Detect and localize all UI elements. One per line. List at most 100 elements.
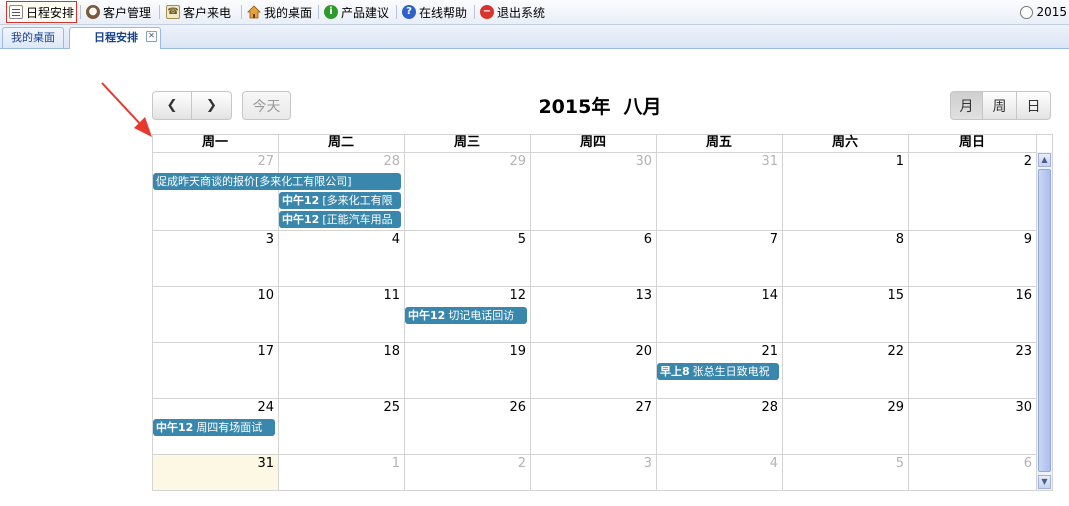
top-toolbar: 日程安排 ● 客户管理 ☎ 客户来电 我的桌面 i 产品建议 ? 在线帮助 − …	[0, 0, 1069, 25]
prev-month-button[interactable]: ❮	[152, 91, 192, 120]
calendar-event[interactable]: 早上8 张总生日致电祝	[657, 363, 779, 380]
event-time: 中午12	[282, 194, 320, 207]
scrollbar-thumb[interactable]	[1038, 169, 1051, 472]
day-number: 14	[761, 288, 778, 303]
toolbar-item-label: 在线帮助	[419, 5, 468, 20]
toolbar-separator	[241, 5, 242, 19]
view-day-button[interactable]: 日	[1016, 91, 1051, 120]
event-title: 切记电话回访	[448, 309, 515, 322]
tab-schedule[interactable]: 日程安排 ✕	[69, 27, 161, 49]
day-number: 6	[1023, 456, 1032, 471]
toolbar-item-suggestions[interactable]: i 产品建议	[324, 2, 389, 22]
chevron-left-icon: ❮	[166, 98, 178, 113]
clock-text: 2015	[1036, 5, 1067, 19]
event-title: 促成昨天商谈的报价[多来化工有限公司]	[156, 175, 352, 188]
day-number: 1	[391, 456, 400, 471]
day-number: 5	[517, 232, 526, 247]
toolbar-item-logout[interactable]: − 退出系统	[480, 2, 545, 22]
day-number: 11	[383, 288, 400, 303]
toolbar-separator	[80, 5, 81, 19]
toolbar-item-label: 客户管理	[103, 5, 152, 20]
day-number: 29	[509, 154, 526, 169]
calendar-event[interactable]: 中午12 [多来化工有限	[279, 192, 401, 209]
day-number: 21	[761, 344, 778, 359]
logout-icon: −	[480, 5, 494, 19]
event-time: 中午12	[156, 421, 194, 434]
day-name-header: 周日	[958, 135, 985, 150]
info-icon: i	[324, 5, 338, 19]
toolbar-item-desktop[interactable]: 我的桌面	[247, 2, 312, 22]
calendar-scrollbar[interactable]: ▲ ▼	[1036, 152, 1052, 490]
day-number: 13	[635, 288, 652, 303]
calendar-event[interactable]: 促成昨天商谈的报价[多来化工有限公司]	[153, 173, 401, 190]
day-number: 2	[517, 456, 526, 471]
day-number: 17	[257, 344, 274, 359]
day-number: 5	[895, 456, 904, 471]
day-number: 16	[1015, 288, 1032, 303]
tab-my-desktop[interactable]: 我的桌面	[2, 27, 64, 48]
toolbar-item-help[interactable]: ? 在线帮助	[402, 2, 467, 22]
toolbar-item-label: 客户来电	[183, 5, 232, 20]
event-title: [多来化工有限	[322, 194, 393, 207]
event-title: 周四有场面试	[196, 421, 263, 434]
toolbar-separator	[318, 5, 319, 19]
tab-close-icon[interactable]: ✕	[146, 31, 157, 42]
today-button[interactable]: 今天	[242, 91, 291, 120]
day-number: 26	[509, 400, 526, 415]
clock-icon	[1020, 5, 1034, 19]
tab-bar: 我的桌面 日程安排 ✕	[0, 25, 1069, 49]
toolbar-item-label: 退出系统	[497, 5, 546, 20]
event-time: 中午12	[282, 213, 320, 226]
toolbar-item-calls[interactable]: ☎ 客户来电	[166, 2, 231, 22]
day-number: 28	[761, 400, 778, 415]
day-number: 27	[257, 154, 274, 169]
day-number: 8	[895, 232, 904, 247]
month-grid: 周一 周二 周三 周四 周五 周六 周日 27 28 29 30 31 1 2 3 4 5 6 7 8 9 10 11 12 1…	[152, 134, 1053, 491]
view-label: 日	[1026, 98, 1041, 115]
chevron-right-icon: ❯	[206, 98, 217, 113]
clock: 2015	[1020, 2, 1067, 22]
phone-icon: ☎	[166, 5, 180, 19]
view-week-button[interactable]: 周	[982, 91, 1017, 120]
day-number: 4	[391, 232, 400, 247]
today-label: 今天	[252, 98, 281, 115]
next-month-button[interactable]: ❯	[191, 91, 232, 120]
event-time: 中午12	[408, 309, 446, 322]
day-number: 12	[509, 288, 526, 303]
day-name-header: 周三	[453, 135, 480, 150]
user-icon: ●	[86, 5, 100, 19]
view-month-button[interactable]: 月	[950, 91, 983, 120]
tab-label: 我的桌面	[11, 31, 55, 44]
day-name-header: 周五	[705, 135, 732, 150]
day-number: 20	[635, 344, 652, 359]
toolbar-item-customers[interactable]: ● 客户管理	[86, 2, 151, 22]
day-number: 3	[265, 232, 274, 247]
scroll-up-icon[interactable]: ▲	[1038, 153, 1051, 167]
day-number: 30	[1015, 400, 1032, 415]
help-icon: ?	[402, 5, 416, 19]
scroll-down-icon[interactable]: ▼	[1038, 475, 1051, 489]
calendar-event[interactable]: 中午12 周四有场面试	[153, 419, 275, 436]
day-name-header: 周四	[579, 135, 606, 150]
view-label: 周	[992, 98, 1007, 115]
day-name-header: 周一	[201, 135, 228, 150]
view-label: 月	[959, 98, 974, 115]
calendar-event[interactable]: 中午12 切记电话回访	[405, 307, 527, 324]
toolbar-item-label: 产品建议	[341, 5, 390, 20]
day-name-header: 周二	[327, 135, 354, 150]
event-title: [正能汽车用品	[322, 213, 393, 226]
toolbar-separator	[474, 5, 475, 19]
toolbar-item-schedule[interactable]: 日程安排	[6, 1, 78, 23]
toolbar-separator	[396, 5, 397, 19]
toolbar-separator	[159, 5, 160, 19]
calendar-event[interactable]: 中午12 [正能汽车用品	[279, 211, 401, 228]
tab-label: 日程安排	[94, 31, 138, 44]
day-number: 25	[383, 400, 400, 415]
day-number: 31	[257, 456, 274, 471]
day-number: 9	[1023, 232, 1032, 247]
toolbar-item-label: 我的桌面	[264, 5, 313, 20]
event-title: 张总生日致电祝	[692, 365, 770, 378]
day-number: 27	[635, 400, 652, 415]
day-number: 15	[887, 288, 904, 303]
calendar-title: 2015年 八月	[538, 96, 662, 118]
